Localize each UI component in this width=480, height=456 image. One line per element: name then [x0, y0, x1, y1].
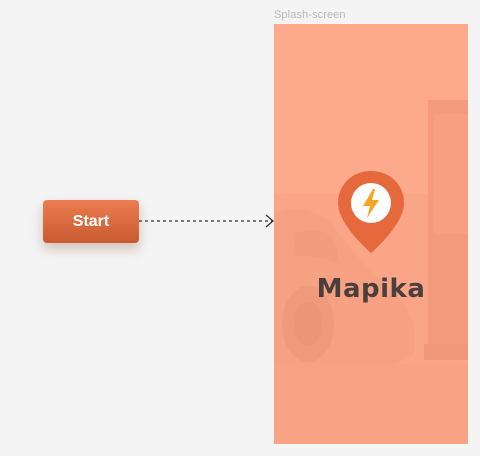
design-canvas: Splash-screen Mapika Start — [0, 0, 480, 456]
start-button[interactable]: Start — [43, 200, 139, 243]
